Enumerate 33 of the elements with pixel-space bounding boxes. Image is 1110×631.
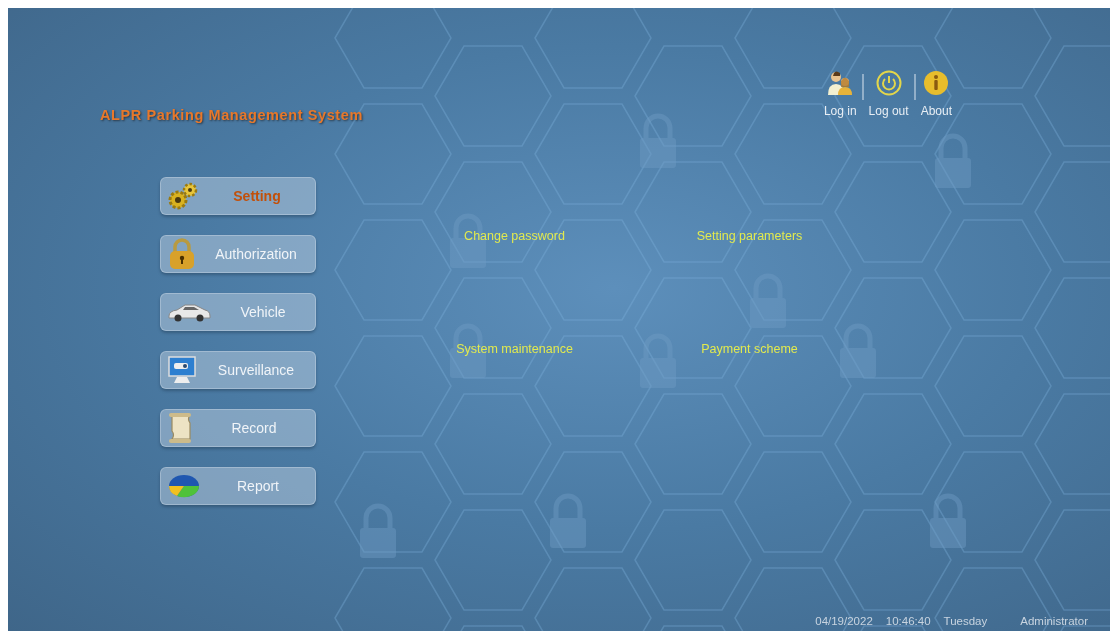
- menu-button[interactable]: Surveillance: [160, 351, 316, 389]
- status-date: 04/19/2022: [815, 615, 873, 627]
- app-title: ALPR Parking Management System: [100, 107, 363, 123]
- status-user: Administrator: [1020, 615, 1088, 627]
- car-icon: [167, 301, 211, 323]
- padlock-icon: [930, 493, 966, 548]
- monitor-camera-icon: [167, 355, 197, 385]
- info-icon: [923, 70, 950, 96]
- header-action-button[interactable]: Log out: [868, 70, 909, 118]
- submenu-link[interactable]: System maintenance: [456, 342, 573, 356]
- status-weekday: Tuesday: [943, 615, 988, 627]
- submenu-link[interactable]: Payment scheme: [701, 342, 798, 356]
- header-action-button[interactable]: About: [920, 70, 952, 118]
- users-icon: [827, 70, 854, 96]
- padlock-icon: [550, 493, 586, 548]
- menu-button[interactable]: Authorization: [160, 235, 316, 273]
- padlock-icon: [640, 113, 676, 168]
- gears-icon: [167, 182, 199, 210]
- padlock-icon: [840, 323, 876, 378]
- status-time: 10:46:40: [885, 615, 931, 627]
- scroll-icon: [167, 412, 193, 444]
- padlock-icon: [360, 503, 396, 558]
- padlock-icon: [935, 133, 971, 188]
- menu-button[interactable]: Vehicle: [160, 293, 316, 331]
- pie-chart-icon: [167, 473, 201, 499]
- menu-button[interactable]: Report: [160, 467, 316, 505]
- padlock-icon: [167, 238, 197, 270]
- menu-button[interactable]: Record: [160, 409, 316, 447]
- header-action-button[interactable]: Log in: [823, 70, 857, 118]
- menu-button[interactable]: Setting: [160, 177, 316, 215]
- power-icon: [875, 70, 902, 96]
- submenu-link[interactable]: Setting parameters: [696, 229, 803, 243]
- submenu-link[interactable]: Change password: [464, 229, 565, 243]
